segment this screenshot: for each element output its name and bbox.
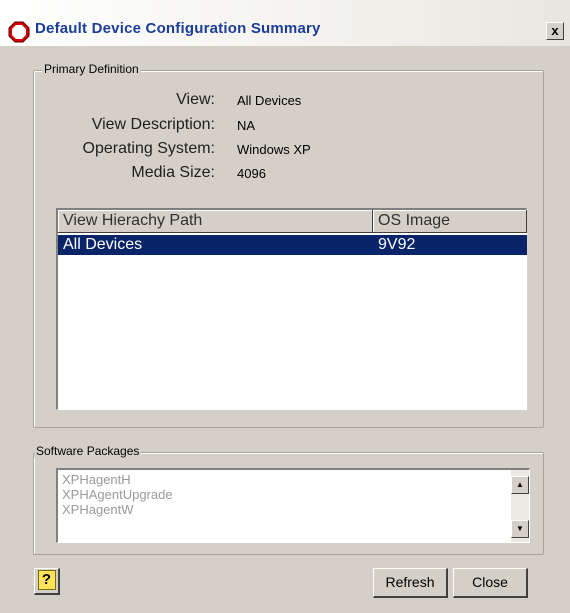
operating-system-label: Operating System:: [82, 140, 216, 157]
view-label: View:: [176, 91, 215, 108]
window-close-button[interactable]: x: [546, 22, 564, 40]
view-value: All Devices: [237, 93, 302, 108]
view-description-label: View Description:: [91, 116, 215, 133]
column-header-view-hierarchy-path[interactable]: View Hierachy Path: [58, 210, 373, 233]
window-title: Default Device Configuration Summary: [35, 20, 321, 37]
refresh-button[interactable]: Refresh: [373, 568, 448, 598]
listview-header: View Hierachy Path OS Image: [58, 210, 527, 233]
row-path-cell: All Devices: [63, 236, 143, 253]
software-packages-listbox[interactable]: XPHagentH XPHAgentUpgrade XPHagentW ▲ ▼: [56, 468, 530, 543]
media-size-value: 4096: [237, 166, 266, 181]
title-bar: Default Device Configuration Summary x: [0, 0, 570, 46]
view-description-value: NA: [237, 118, 256, 133]
list-item[interactable]: XPHagentH: [62, 472, 131, 487]
column-header-os-image[interactable]: OS Image: [373, 210, 527, 233]
list-item[interactable]: XPHagentW: [62, 502, 134, 517]
close-button[interactable]: Close: [453, 568, 528, 598]
media-size-label: Media Size:: [131, 164, 215, 181]
row-os-image-cell: 9V92: [378, 236, 416, 253]
operating-system-value: Windows XP: [237, 142, 311, 157]
scroll-down-arrow-icon[interactable]: ▼: [511, 520, 529, 538]
primary-definition-label: Primary Definition: [42, 62, 141, 76]
scroll-up-arrow-icon[interactable]: ▲: [511, 476, 529, 494]
listview-row-selected[interactable]: All Devices 9V92: [58, 235, 527, 255]
help-button[interactable]: ?: [34, 568, 60, 595]
list-item[interactable]: XPHAgentUpgrade: [62, 487, 173, 502]
no-entry-icon: [8, 21, 30, 43]
view-hierarchy-listview[interactable]: View Hierachy Path OS Image All Devices …: [56, 208, 527, 410]
software-packages-label: Software Packages: [34, 444, 142, 458]
vertical-scrollbar[interactable]: ▲ ▼: [511, 470, 529, 542]
help-question-icon: ?: [37, 570, 56, 590]
